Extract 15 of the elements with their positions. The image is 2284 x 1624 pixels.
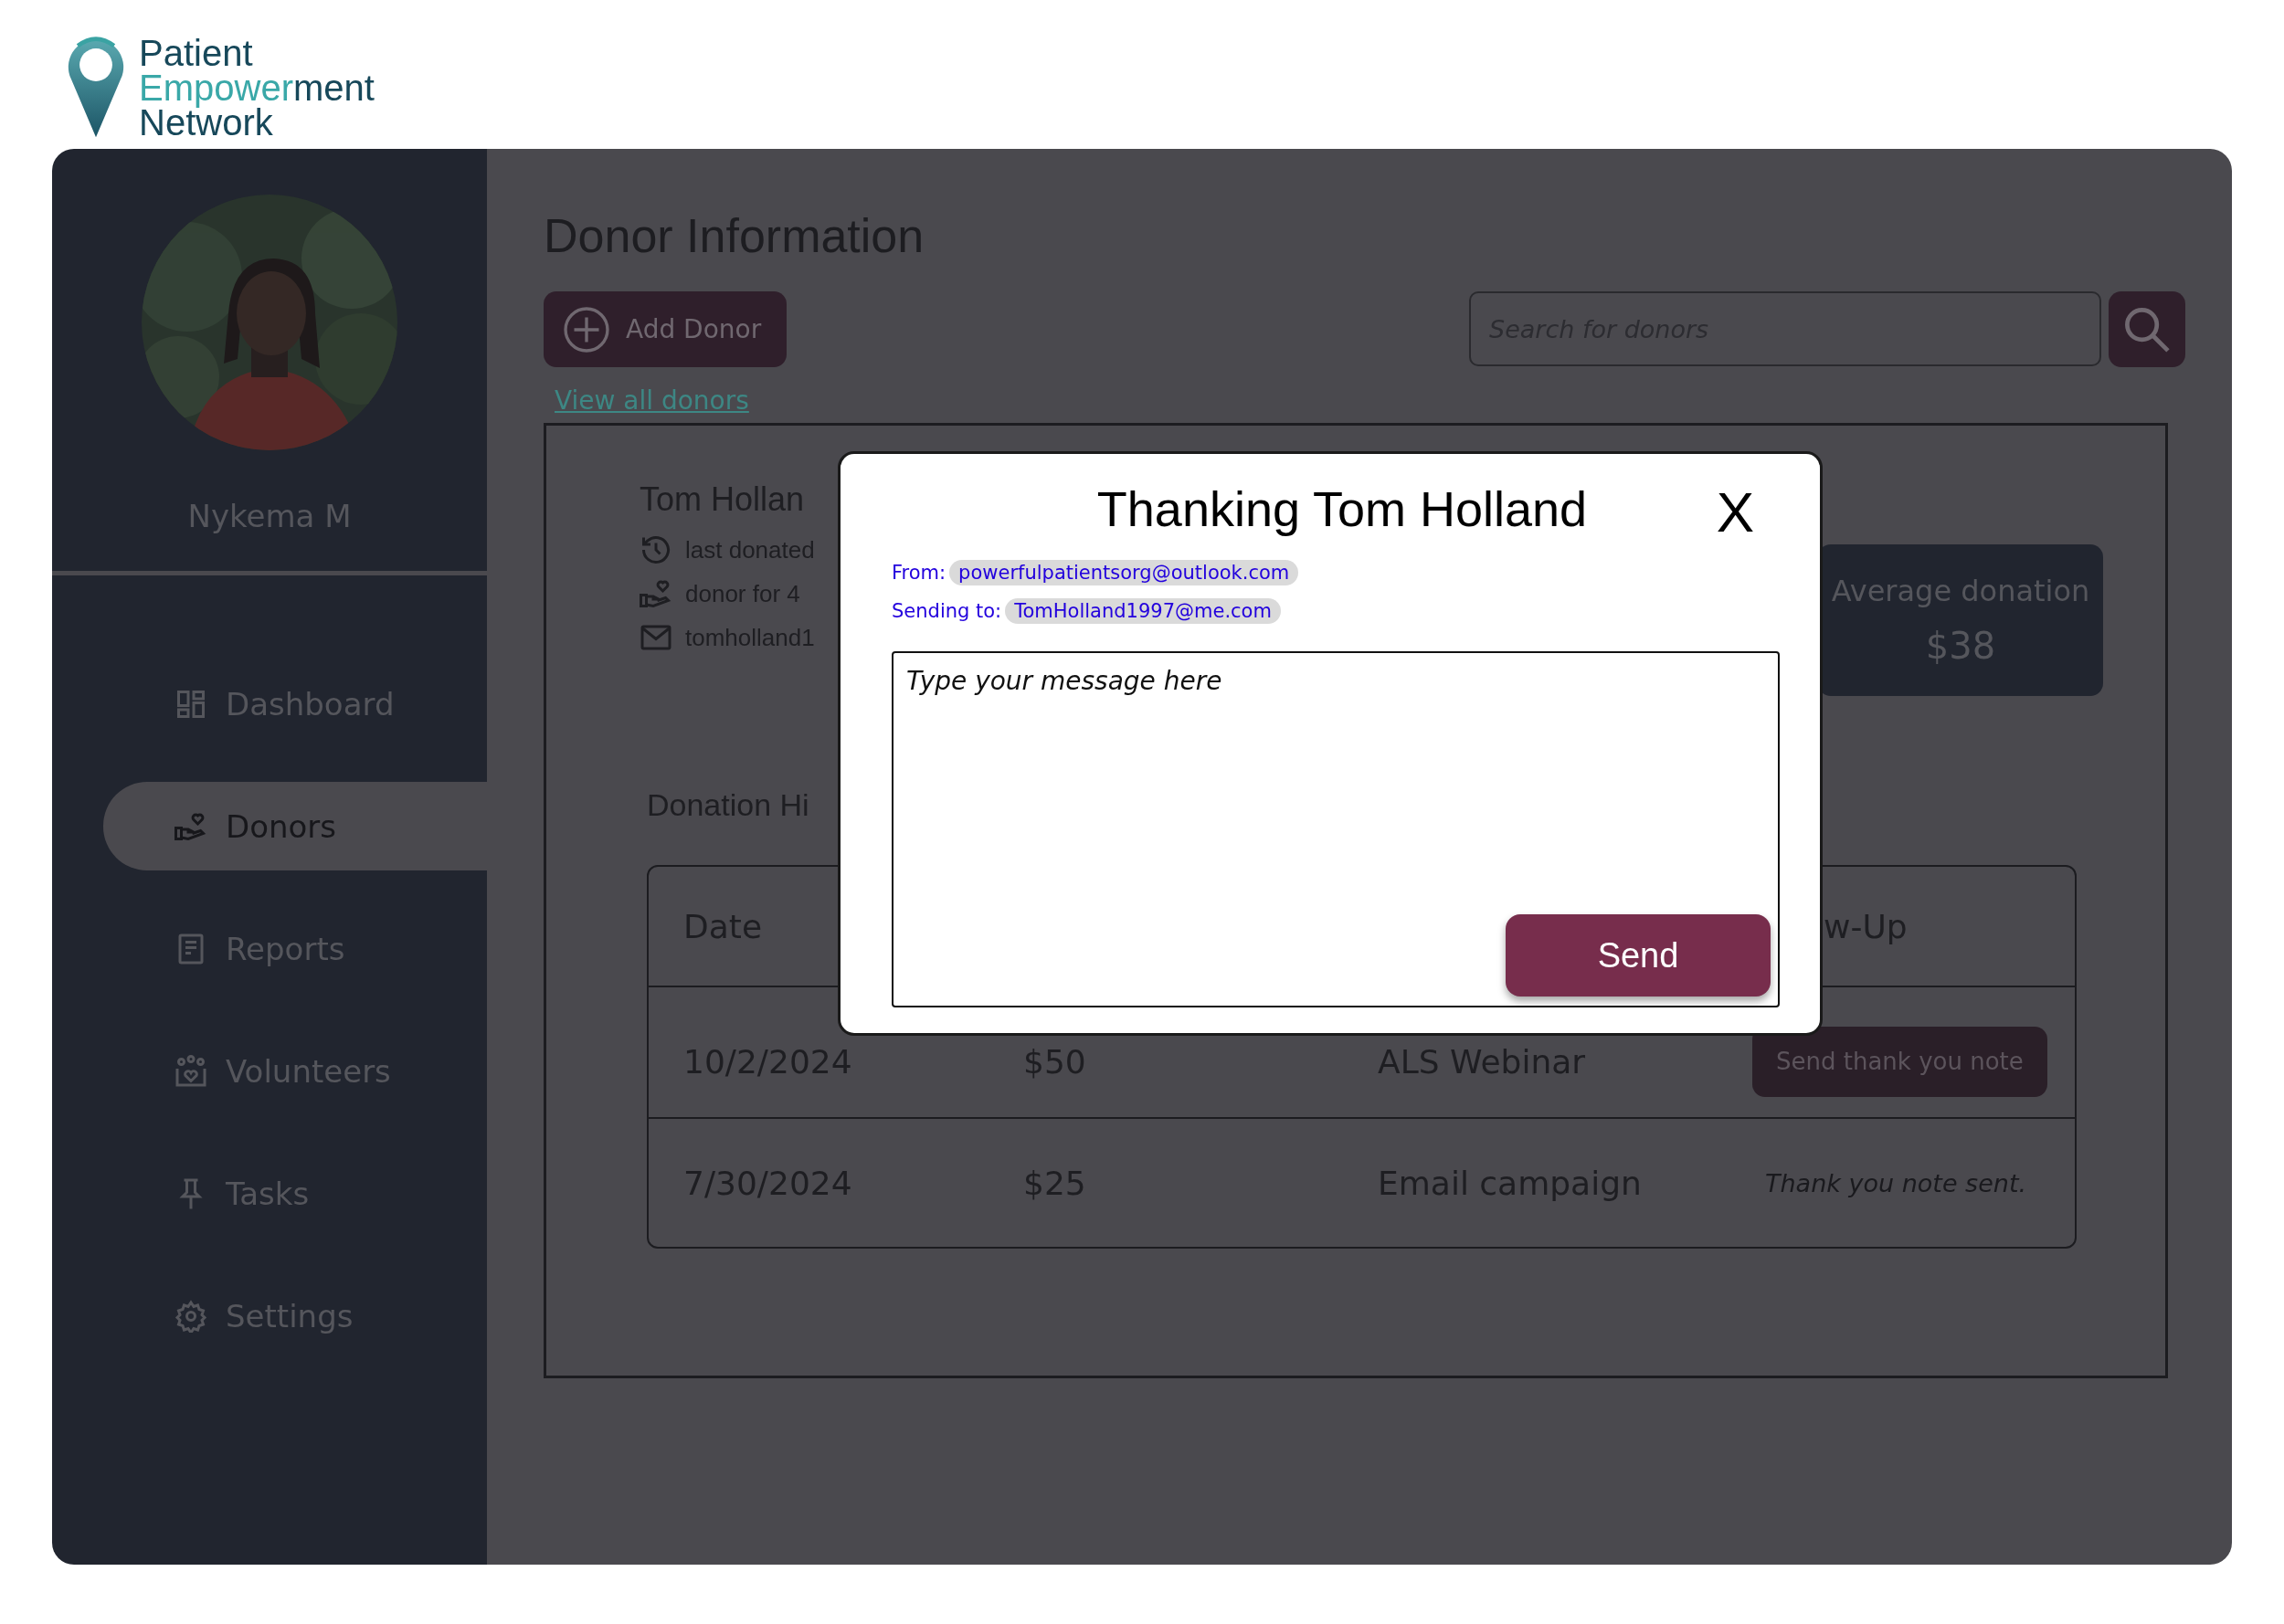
plus-circle-icon xyxy=(562,304,611,354)
view-all-donors-link[interactable]: View all donors xyxy=(555,385,749,416)
logo-text: Patient Empowerment Network xyxy=(139,36,375,140)
close-button[interactable]: X xyxy=(1710,480,1760,544)
recipient-label: Sending to: xyxy=(892,600,1002,622)
from-label: From: xyxy=(892,562,946,584)
add-donor-button[interactable]: Add Donor xyxy=(544,291,788,367)
email-chip: powerfulpatientsorg@outlook.com xyxy=(949,560,1299,585)
people-heart-icon xyxy=(174,1054,207,1088)
modal-title: Thanking Tom Holland xyxy=(1096,480,1588,537)
history-icon xyxy=(640,533,672,566)
email-chip: TomHolland1997@me.com xyxy=(1005,598,1281,624)
search-button[interactable] xyxy=(2109,291,2185,367)
settings-icon xyxy=(174,1299,207,1333)
send-button[interactable]: Send xyxy=(1506,914,1771,997)
